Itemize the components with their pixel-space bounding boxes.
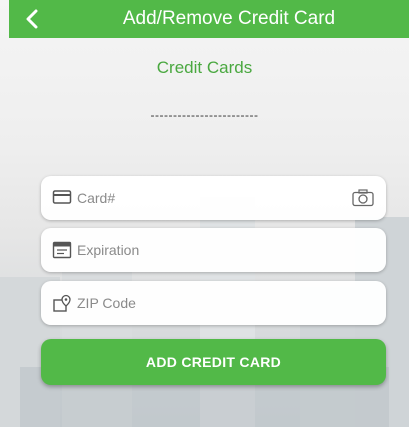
- zip-code-field[interactable]: [41, 281, 386, 325]
- card-number-field[interactable]: [41, 176, 386, 220]
- credit-card-icon: [52, 190, 72, 204]
- credit-cards-heading: Credit Cards: [156, 58, 253, 77]
- calendar-icon: [52, 241, 72, 259]
- page-title: Add/Remove Credit Card: [122, 8, 336, 29]
- add-credit-card-button[interactable]: ADD CREDIT CARD: [41, 339, 386, 385]
- chevron-left-icon: [26, 9, 38, 29]
- expiration-field[interactable]: [41, 228, 386, 272]
- zip-code-input[interactable]: [77, 281, 347, 325]
- expiration-input[interactable]: [77, 228, 347, 272]
- location-pin-icon: [53, 294, 71, 312]
- camera-icon[interactable]: [352, 188, 374, 208]
- saved-card-placeholder: ------------------------: [150, 108, 259, 122]
- page: Add/Remove Credit Card Credit Cards ----…: [0, 0, 409, 427]
- top-bar: Add/Remove Credit Card: [9, 0, 409, 38]
- back-button[interactable]: [15, 0, 49, 38]
- card-number-input[interactable]: [77, 176, 347, 220]
